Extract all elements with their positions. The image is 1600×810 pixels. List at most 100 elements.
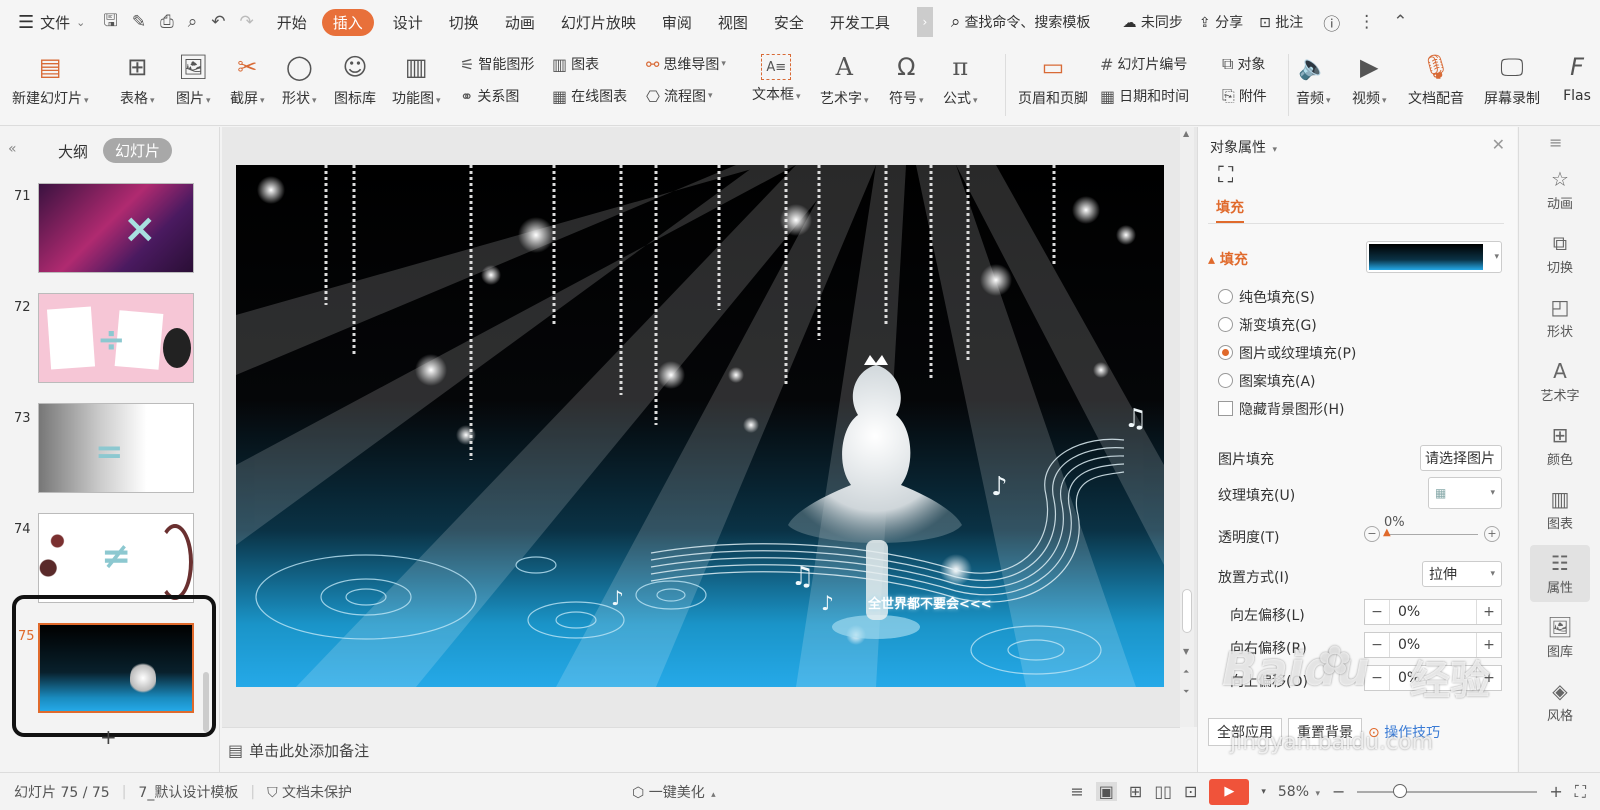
- share-button[interactable]: ⇪ 分享: [1199, 12, 1243, 32]
- plus-icon[interactable]: +: [1484, 526, 1500, 542]
- new-slide-button[interactable]: ▤ 新建幻灯片 ▾: [12, 50, 89, 108]
- normal-view-icon[interactable]: ▣: [1095, 782, 1117, 801]
- side-tool-transition[interactable]: ⧉ 切换: [1519, 231, 1600, 276]
- fill-section-header[interactable]: ▴ 填充: [1208, 249, 1248, 269]
- symbol-button[interactable]: Ω 符号 ▾: [889, 50, 924, 108]
- next-slide-icon[interactable]: ⏷: [1183, 687, 1189, 697]
- picture-fill-option[interactable]: 图片或纹理填充(P): [1218, 343, 1356, 363]
- tab-review[interactable]: 审阅: [649, 12, 705, 33]
- side-tool-color[interactable]: ⊞ 颜色: [1519, 423, 1600, 468]
- side-tool-gallery[interactable]: 🖼 图库: [1519, 615, 1600, 660]
- picture-fill-select[interactable]: 请选择图片: [1420, 445, 1502, 471]
- notes-bar[interactable]: ▤ 单击此处添加备注: [222, 727, 1180, 772]
- attachment-button[interactable]: ⎘ 附件: [1222, 86, 1267, 106]
- chart-button[interactable]: ▥ 图表: [552, 54, 599, 74]
- zoom-slider-thumb[interactable]: [1393, 783, 1408, 798]
- pattern-fill-option[interactable]: 图案填充(A): [1218, 371, 1316, 391]
- slider-thumb-icon[interactable]: ▲: [1383, 527, 1391, 538]
- smart-art-button[interactable]: ⚟ 智能图形: [460, 54, 534, 74]
- tab-view[interactable]: 视图: [705, 12, 761, 33]
- tab-insert[interactable]: 插入: [321, 8, 374, 36]
- play-slideshow-button[interactable]: ▶: [1209, 778, 1250, 805]
- shape-button[interactable]: ◯ 形状 ▾: [282, 50, 317, 108]
- transparency-slider[interactable]: − 0% ▲ +: [1364, 515, 1502, 547]
- slide-number-button[interactable]: # 幻灯片编号: [1100, 54, 1187, 74]
- dubbing-button[interactable]: 🎙 文档配音: [1408, 50, 1464, 108]
- fill-preview-dropdown[interactable]: ▾: [1366, 241, 1502, 273]
- decrement-icon[interactable]: −: [1365, 604, 1389, 620]
- comment-button[interactable]: ⊡ 批注: [1259, 12, 1303, 32]
- side-tool-properties[interactable]: ☷ 属性: [1530, 545, 1590, 602]
- redo-icon[interactable]: ↷: [240, 12, 254, 32]
- relation-button[interactable]: ⚭ 关系图: [460, 86, 519, 106]
- scroll-up-icon[interactable]: ▲: [1183, 129, 1189, 138]
- video-button[interactable]: ▶ 视频 ▾: [1352, 50, 1387, 108]
- mind-map-button[interactable]: ⚯ 思维导图 ▾: [646, 54, 726, 74]
- print-preview-icon[interactable]: ⌕: [188, 12, 198, 32]
- document-protection[interactable]: ⛉ 文档未保护: [267, 782, 352, 802]
- tab-animation[interactable]: 动画: [492, 12, 548, 33]
- hide-background-checkbox[interactable]: 隐藏背景图形(H): [1218, 399, 1344, 419]
- slide-sorter-icon[interactable]: ⊞: [1129, 782, 1142, 801]
- file-menu[interactable]: ☰ 文件 ⌄: [18, 12, 85, 33]
- tab-slideshow[interactable]: 幻灯片放映: [548, 12, 649, 33]
- solid-fill-option[interactable]: 纯色填充(S): [1218, 287, 1315, 307]
- tab-outline[interactable]: 大纲: [58, 141, 88, 162]
- current-slide[interactable]: ♫ ♪ ♫ ♪ ♪ 全世界都不要会<<<: [236, 165, 1164, 687]
- table-button[interactable]: ⊞ 表格 ▾: [120, 50, 155, 108]
- add-slide-icon[interactable]: +: [100, 725, 117, 749]
- screenshot-button[interactable]: ✂ 截屏 ▾: [230, 50, 265, 108]
- offset-left-value[interactable]: 0%: [1389, 600, 1477, 624]
- scroll-thumb[interactable]: [1182, 589, 1192, 633]
- canvas-scrollbar[interactable]: ▲ ▼ ⏶ ⏷: [1180, 127, 1194, 727]
- flowchart-button[interactable]: ⎔ 流程图 ▾: [646, 86, 713, 106]
- flash-button[interactable]: F Flas: [1560, 50, 1594, 104]
- gradient-fill-option[interactable]: 渐变填充(G): [1218, 315, 1317, 335]
- wordart-button[interactable]: A 艺术字 ▾: [820, 50, 869, 108]
- tab-transition[interactable]: 切换: [436, 12, 492, 33]
- tab-fill[interactable]: 填充: [1216, 197, 1244, 223]
- fit-window-icon[interactable]: ⛶: [1575, 782, 1586, 802]
- side-tool-style[interactable]: ◈ 风格: [1519, 679, 1600, 724]
- slide-thumbnail-72[interactable]: ÷: [38, 293, 194, 383]
- side-tool-chart[interactable]: ▥ 图表: [1519, 487, 1600, 532]
- tab-slides[interactable]: 幻灯片: [103, 138, 173, 163]
- slides-scrollbar[interactable]: [203, 672, 209, 732]
- tab-security[interactable]: 安全: [761, 12, 817, 33]
- tab-developer[interactable]: 开发工具: [817, 12, 903, 33]
- object-button[interactable]: ⧉ 对象: [1222, 54, 1265, 74]
- placement-select[interactable]: 拉伸 ▾: [1422, 561, 1502, 587]
- collapse-ribbon-icon[interactable]: ⌃: [1393, 12, 1407, 32]
- screen-record-button[interactable]: 🖵 屏幕录制: [1484, 50, 1540, 108]
- increment-icon[interactable]: +: [1477, 604, 1501, 620]
- zoom-in-icon[interactable]: +: [1549, 782, 1562, 801]
- zoom-out-icon[interactable]: −: [1332, 782, 1345, 801]
- help-icon[interactable]: ⓘ: [1323, 10, 1340, 35]
- sync-button[interactable]: ☁ 未同步: [1122, 12, 1182, 32]
- icon-library-button[interactable]: ☺ 图标库: [334, 50, 376, 108]
- tab-start[interactable]: 开始: [268, 12, 316, 33]
- side-tool-wordart[interactable]: A 艺术字: [1519, 359, 1600, 404]
- close-icon[interactable]: ✕: [1492, 135, 1505, 154]
- texture-fill-select[interactable]: ▦ ▾: [1428, 477, 1502, 509]
- collapse-pane-icon[interactable]: «: [8, 141, 17, 157]
- tab-design[interactable]: 设计: [380, 12, 436, 33]
- search-command[interactable]: ⌕ 查找命令、搜索模板: [951, 12, 1091, 32]
- header-footer-button[interactable]: ▭ 页眉和页脚: [1018, 50, 1088, 108]
- beautify-button[interactable]: ⬡ 一键美化 ▴: [632, 782, 716, 802]
- prev-slide-icon[interactable]: ⏶: [1183, 667, 1189, 677]
- slide-thumbnail-71[interactable]: ×: [38, 183, 194, 273]
- reading-view-icon[interactable]: ▯▯: [1154, 782, 1172, 801]
- online-chart-button[interactable]: ▦ 在线图表: [552, 86, 627, 106]
- more-icon[interactable]: ⋮: [1358, 12, 1375, 32]
- audio-button[interactable]: 🔈 音频 ▾: [1296, 50, 1331, 108]
- template-name[interactable]: 7_默认设计模板: [138, 782, 238, 802]
- toolbar-menu-icon[interactable]: ≡: [1549, 133, 1562, 152]
- side-tool-shape[interactable]: ◰ 形状: [1519, 295, 1600, 340]
- scroll-down-icon[interactable]: ▼: [1183, 647, 1189, 656]
- undo-icon[interactable]: ↶: [211, 12, 225, 32]
- slide-thumbnail-74[interactable]: ≠: [38, 513, 194, 603]
- slideshow-options-icon[interactable]: ▾: [1261, 787, 1266, 797]
- zoom-slider[interactable]: [1357, 783, 1538, 798]
- slide-thumbnail-75[interactable]: [38, 623, 194, 713]
